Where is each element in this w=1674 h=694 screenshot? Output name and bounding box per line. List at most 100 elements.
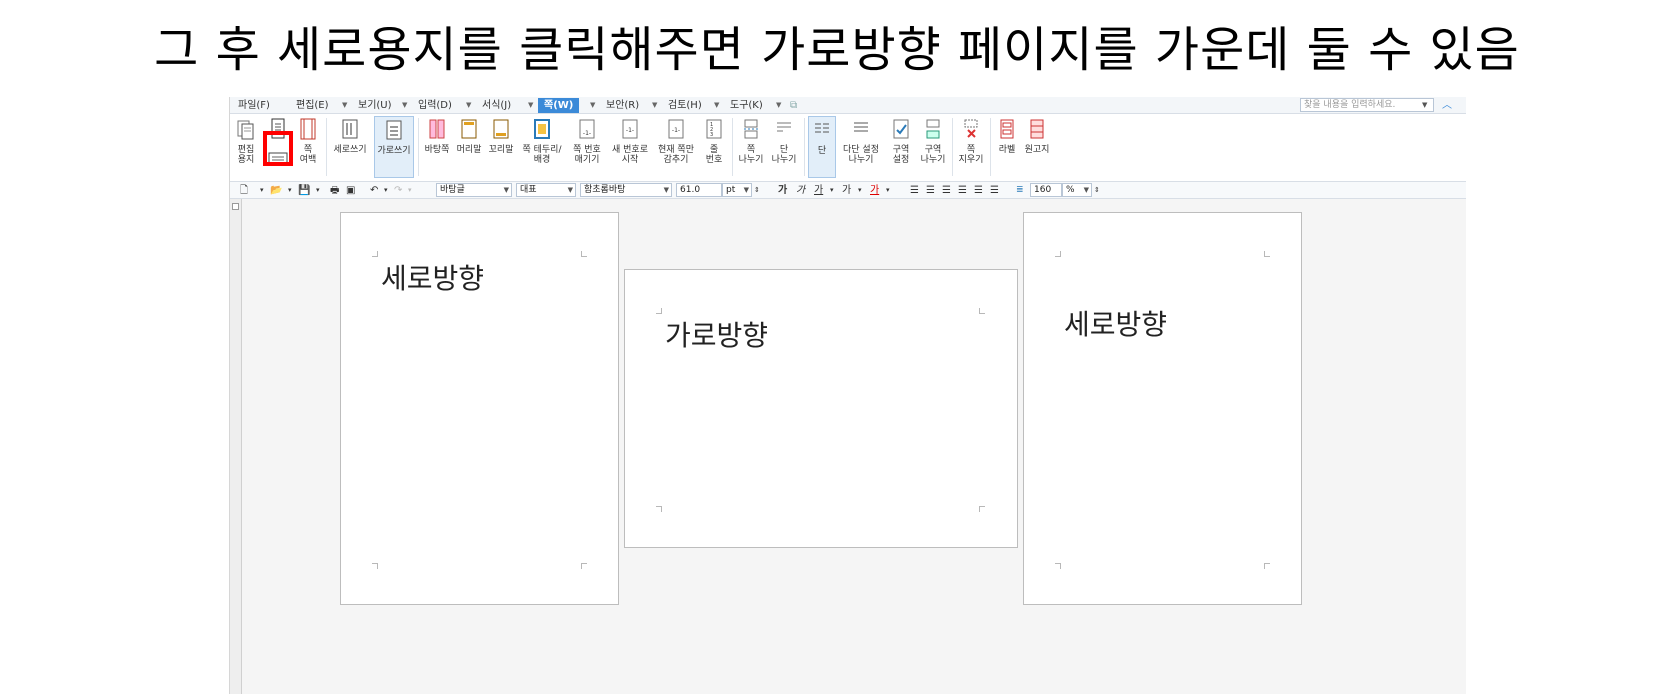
language-select[interactable]: 대표 ▼ [516, 183, 576, 197]
chevron-down-icon[interactable]: ▼ [776, 98, 781, 113]
chevron-down-icon[interactable]: ▾ [858, 183, 862, 198]
unit-select[interactable]: pt ▼ [722, 183, 752, 197]
chevron-down-icon[interactable]: ▼ [402, 98, 407, 113]
edit-paper-button[interactable]: 편집 용지 [232, 116, 260, 178]
chevron-down-icon[interactable]: ▼ [528, 98, 533, 113]
print-icon[interactable]: 🖶 [330, 183, 339, 198]
vertical-writing-button[interactable]: 세로쓰기 [330, 116, 370, 178]
hide-page-button[interactable]: -1- 현재 쪽만 감추기 [654, 116, 698, 178]
new-document-icon[interactable]: 🗋 [240, 183, 248, 198]
chevron-down-icon[interactable]: ▾ [830, 183, 834, 198]
vertical-writing-icon [342, 119, 358, 139]
page-number-button[interactable]: -1- 쪽 번호 매기기 [568, 116, 606, 178]
ribbon: 편집 용지 쪽 여백 세로쓰기 가로쓰기 바탕쪽 머리말 꼬리말 쪽 테두리/ … [230, 114, 1466, 182]
chevron-down-icon[interactable]: ▼ [714, 98, 719, 113]
multi-column-icon [854, 122, 868, 132]
underline-button[interactable]: 가 [814, 183, 823, 198]
chevron-down-icon[interactable]: ▼ [664, 184, 669, 196]
quick-access-icon[interactable]: ⧉ [790, 98, 797, 113]
menu-security[interactable]: 보안(R) [600, 98, 645, 113]
chevron-down-icon[interactable]: ▾ [886, 183, 890, 198]
menu-page[interactable]: 쪽(W) [538, 98, 580, 113]
chevron-down-icon[interactable]: ▾ [408, 183, 412, 198]
section-break-button[interactable]: 구역 나누기 [918, 116, 948, 178]
chevron-down-icon[interactable]: ▼ [744, 184, 749, 196]
menu-review[interactable]: 검토(H) [662, 98, 708, 113]
chevron-down-icon[interactable]: ▼ [1422, 98, 1427, 112]
save-icon[interactable]: 💾 [298, 183, 310, 198]
header-button[interactable]: 머리말 [454, 116, 484, 178]
chevron-down-icon[interactable]: ▾ [288, 183, 292, 198]
page-break-button[interactable]: 쪽 나누기 [736, 116, 766, 178]
document-workspace[interactable]: 세로방향 가로방향 세로방향 [242, 199, 1466, 694]
undo-icon[interactable]: ↶ [370, 183, 378, 198]
hwp-window: 파일(F) 편집(E) ▼ 보기(U) ▼ 입력(D) ▼ 서식(J) ▼ 쪽(… [229, 97, 1466, 694]
new-number-button[interactable]: -1- 새 번호로 시작 [608, 116, 652, 178]
menu-format[interactable]: 서식(J) [476, 98, 517, 113]
distribute-icon[interactable]: ☰ [974, 183, 983, 198]
page-landscape-middle[interactable]: 가로방향 [624, 269, 1018, 548]
open-folder-icon[interactable]: 📂 [270, 183, 282, 198]
page-number-icon: -1- [579, 119, 595, 139]
align-left-icon[interactable]: ☰ [926, 183, 935, 198]
page-text[interactable]: 가로방향 [665, 314, 768, 354]
chevron-down-icon[interactable]: ▾ [384, 183, 388, 198]
ribbon-collapse-icon[interactable]: ︿ [1442, 98, 1452, 113]
page-margin-button[interactable]: 쪽 여백 [294, 116, 322, 178]
line-number-button[interactable]: 123 줄 번호 [700, 116, 728, 178]
line-spacing-input[interactable]: 160 [1030, 183, 1062, 197]
page-border-button[interactable]: 쪽 테두리/ 배경 [518, 116, 566, 178]
column-break-button[interactable]: 단 나누기 [768, 116, 800, 178]
font-select[interactable]: 함초롬바탕 ▼ [580, 183, 672, 197]
chevron-down-icon[interactable]: ▼ [652, 98, 657, 113]
footer-button[interactable]: 꼬리말 [486, 116, 516, 178]
horizontal-writing-button[interactable]: 가로쓰기 [374, 116, 414, 178]
align-right-icon[interactable]: ☰ [958, 183, 967, 198]
chevron-down-icon[interactable]: ▼ [466, 98, 471, 113]
chevron-down-icon[interactable]: ▼ [590, 98, 595, 113]
menu-insert[interactable]: 입력(D) [412, 98, 458, 113]
menu-view[interactable]: 보기(U) [352, 98, 398, 113]
chevron-down-icon[interactable]: ▾ [260, 183, 264, 198]
header-icon [461, 119, 477, 139]
chevron-down-icon[interactable]: ▼ [504, 184, 509, 196]
spinner-icon[interactable]: ⇕ [754, 183, 760, 198]
percent-select[interactable]: % ▼ [1062, 183, 1092, 197]
ruler-corner-icon[interactable] [232, 203, 239, 210]
chevron-down-icon[interactable]: ▼ [568, 184, 573, 196]
italic-button[interactable]: 가 [796, 183, 805, 198]
spinner-icon[interactable]: ⇕ [1094, 183, 1100, 198]
redo-icon[interactable]: ↷ [394, 183, 402, 198]
chevron-down-icon[interactable]: ▼ [1084, 184, 1089, 196]
strike-button[interactable]: 가 [842, 183, 851, 198]
background-page-button[interactable]: 바탕쪽 [422, 116, 452, 178]
margin-corner [581, 251, 587, 257]
manuscript-button[interactable]: 원고지 [1022, 116, 1052, 178]
multi-column-button[interactable]: 다단 설정 나누기 [838, 116, 884, 178]
menu-edit[interactable]: 편집(E) [290, 98, 335, 113]
section-set-button[interactable]: 구역 설정 [886, 116, 916, 178]
chevron-down-icon[interactable]: ▼ [342, 98, 347, 113]
vertical-ruler[interactable] [230, 199, 242, 694]
menu-tools[interactable]: 도구(K) [724, 98, 769, 113]
search-input[interactable]: 찾을 내용을 입력하세요. [1300, 98, 1434, 112]
preview-icon[interactable]: ▣ [346, 183, 355, 198]
margin-corner [656, 506, 662, 512]
font-size-input[interactable]: 61.0 [676, 183, 722, 197]
align-justify-icon[interactable]: ☰ [910, 183, 919, 198]
label-button[interactable]: 라벨 [994, 116, 1020, 178]
divide-icon[interactable]: ☰ [990, 183, 999, 198]
menu-file[interactable]: 파일(F) [232, 98, 276, 113]
edit-paper-icon [237, 120, 254, 140]
chevron-down-icon[interactable]: ▾ [316, 183, 320, 198]
page-portrait-right[interactable]: 세로방향 [1023, 212, 1302, 605]
font-color-button[interactable]: 가 [870, 183, 879, 198]
page-portrait-left[interactable]: 세로방향 [340, 212, 619, 605]
page-delete-button[interactable]: 쪽 지우기 [956, 116, 986, 178]
bold-button[interactable]: 가 [778, 183, 787, 198]
page-text[interactable]: 세로방향 [1064, 303, 1167, 343]
align-center-icon[interactable]: ☰ [942, 183, 951, 198]
style-select[interactable]: 바탕글 ▼ [436, 183, 512, 197]
column-button[interactable]: 단 [808, 116, 836, 178]
page-text[interactable]: 세로방향 [381, 257, 484, 297]
